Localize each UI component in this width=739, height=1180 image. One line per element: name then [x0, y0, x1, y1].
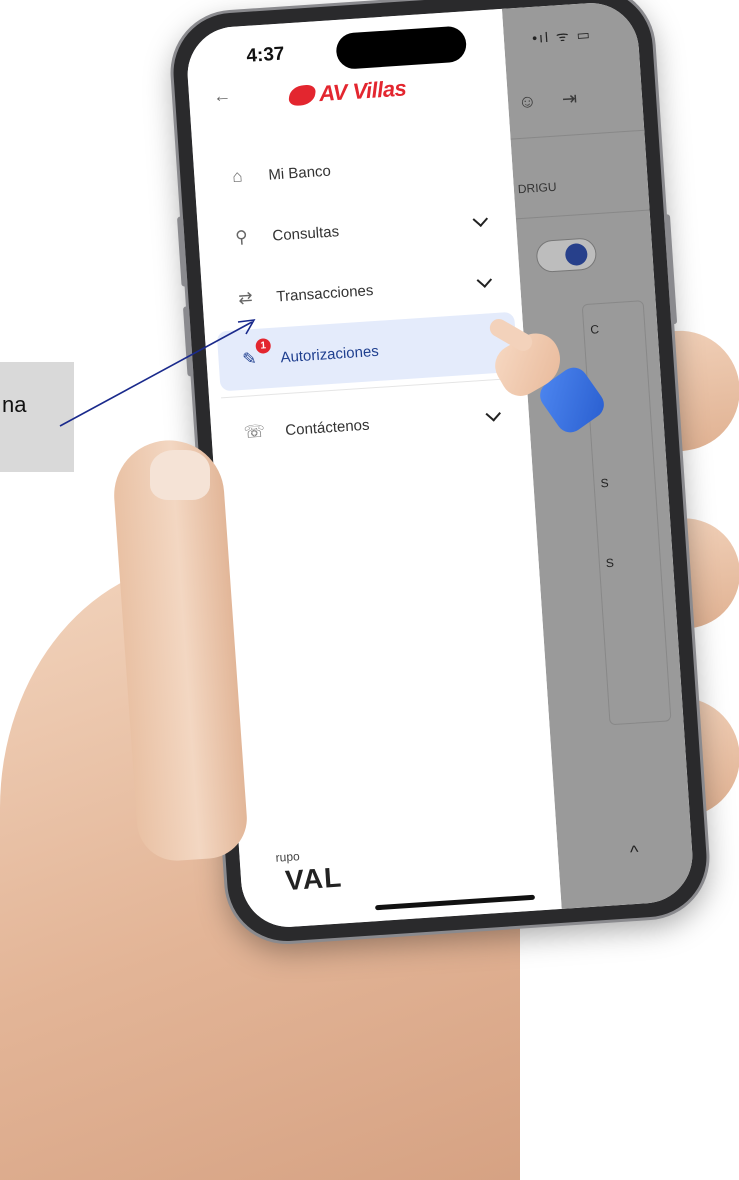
- phone-screen: ☺ ⇥ DRIGU C S S S ^ 4:37 ← AV Villas: [184, 0, 696, 930]
- divider: [515, 209, 650, 220]
- phone-device: ☺ ⇥ DRIGU C S S S ^ 4:37 ← AV Villas: [169, 0, 711, 945]
- phone-icon: ☏: [243, 421, 266, 442]
- brand-mark-icon: [287, 84, 317, 107]
- pointing-hand-icon: [486, 315, 610, 438]
- menu-item-label: Autorizaciones: [279, 342, 380, 366]
- instruction-callout: na: [0, 362, 74, 472]
- drawer-menu: ⌂ Mi Banco ⚲ Consultas ⇄ Transacciones ✎…: [193, 129, 531, 466]
- menu-item-contactenos[interactable]: ☏ Contáctenos: [210, 384, 531, 465]
- card-letter: S: [605, 555, 615, 571]
- toggle-switch: [535, 237, 598, 274]
- callout-text: na: [2, 392, 27, 417]
- home-icon: ⌂: [231, 166, 244, 187]
- thumbnail: [150, 450, 210, 500]
- logout-icon: ⇥: [561, 88, 578, 110]
- user-icon: ☺: [517, 90, 538, 113]
- brand-logo: AV Villas: [287, 75, 407, 109]
- menu-item-label: Mi Banco: [267, 162, 332, 184]
- status-time: 4:37: [245, 43, 286, 67]
- search-icon: ⚲: [234, 227, 249, 248]
- divider: [510, 129, 645, 140]
- notification-badge: 1: [255, 337, 272, 354]
- toggle-knob: [564, 242, 589, 267]
- card-letter: S: [600, 475, 610, 491]
- footer-group-logo: VAL: [284, 861, 344, 897]
- back-arrow-icon[interactable]: ←: [212, 85, 231, 107]
- brand-name: AV Villas: [318, 75, 407, 107]
- status-icons: •ıl ᯤ ▭: [531, 26, 593, 46]
- footer-group-label: rupo: [275, 849, 301, 865]
- chevron-up-icon: ^: [629, 841, 640, 863]
- transfer-icon: ⇄: [237, 288, 254, 308]
- user-name-partial: DRIGU: [517, 179, 557, 197]
